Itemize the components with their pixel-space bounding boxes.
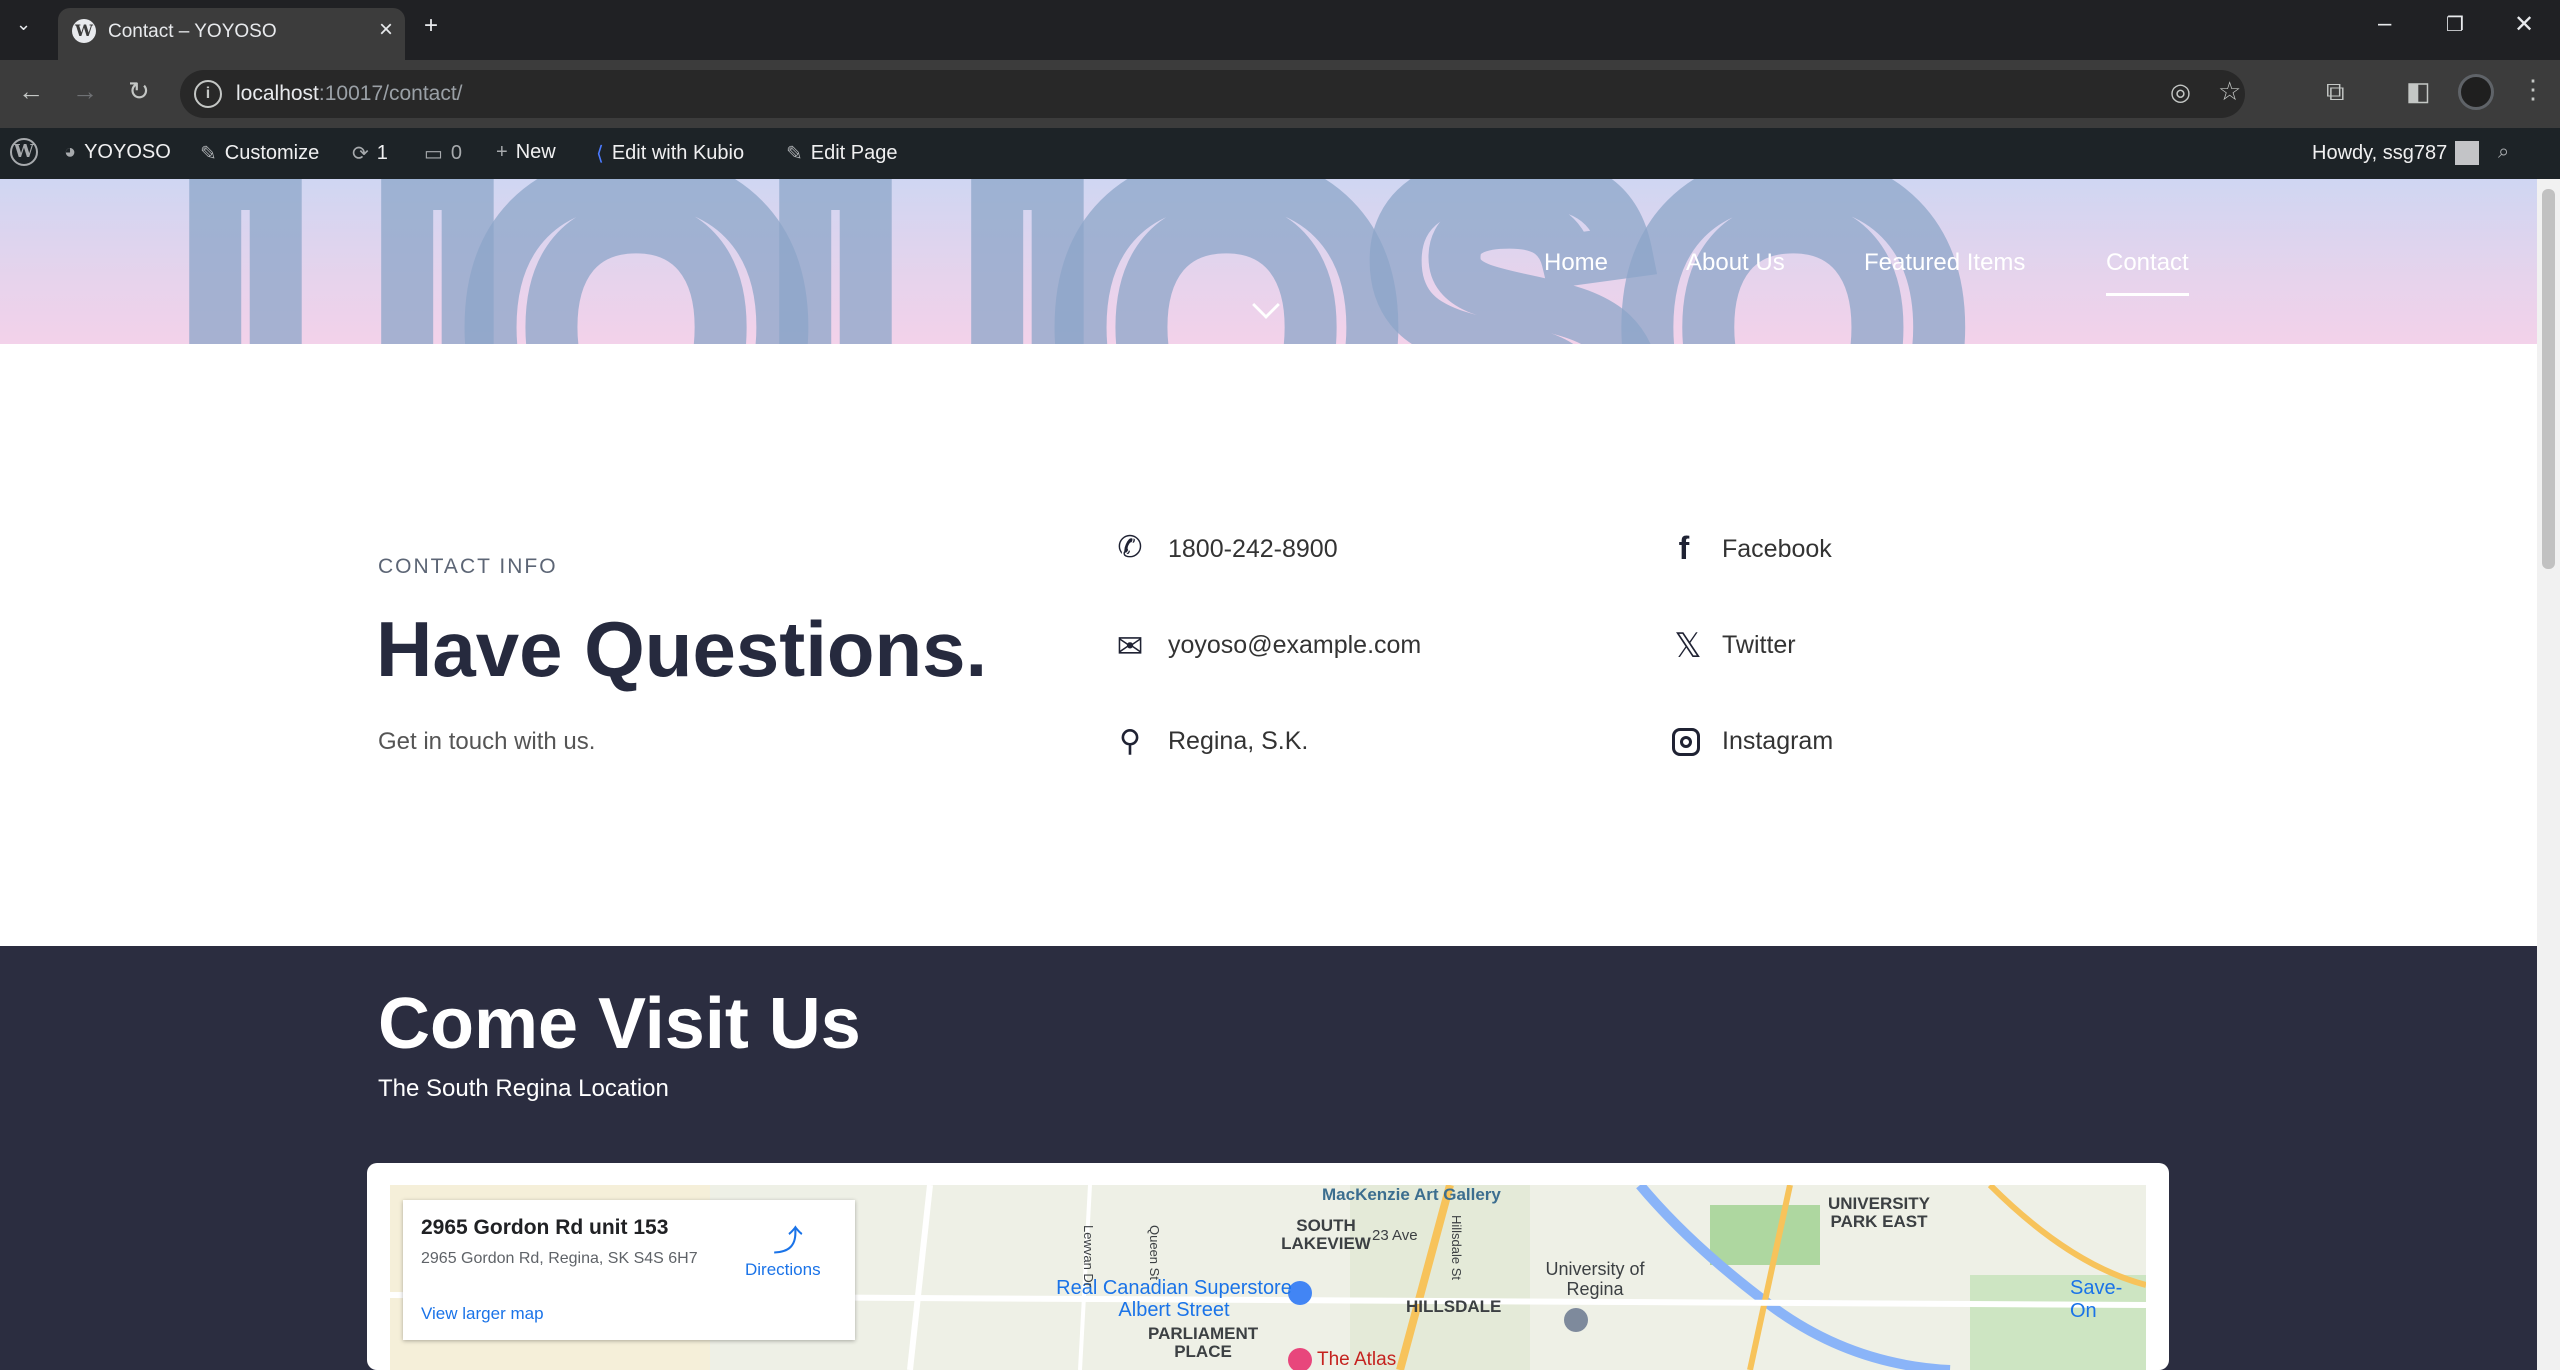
admin-howdy-label: Howdy, ssg787	[2312, 141, 2448, 164]
pencil-icon: ✎	[786, 143, 803, 165]
map-label-art-gallery[interactable]: MacKenzie Art Gallery	[1322, 1185, 1501, 1205]
facebook-icon[interactable]: f	[1666, 530, 1702, 566]
contact-phone[interactable]: 1800-242-8900	[1168, 535, 1338, 564]
page-scrollbar[interactable]	[2537, 179, 2560, 1370]
map-label-hillsdale: HILLSDALE	[1406, 1297, 1502, 1316]
admin-updates-count: 1	[376, 142, 388, 164]
x-twitter-icon[interactable]: 𝕏	[1670, 628, 1706, 664]
map-label-lewvan: Lewvan Dr	[1081, 1225, 1096, 1288]
nav-featured-items[interactable]: Featured Items	[1864, 249, 2025, 277]
address-bar[interactable]: i localhost:10017/contact/ ◎ ☆	[180, 70, 2245, 118]
map-label-queen: Queen St	[1147, 1225, 1162, 1280]
instagram-icon[interactable]	[1668, 724, 1704, 760]
view-larger-map-link[interactable]: View larger map	[421, 1304, 544, 1324]
forward-icon[interactable]: →	[72, 76, 98, 107]
map-label-the-atlas[interactable]: The Atlas	[1317, 1349, 1396, 1370]
admin-site-link[interactable]: ◕ YOYOSO	[64, 141, 171, 164]
updates-icon: ⟳	[352, 143, 369, 165]
admin-edit-page-label: Edit Page	[810, 142, 898, 164]
header-background-lettering: UOUOSO	[164, 179, 1983, 344]
admin-site-label: YOYOSO	[84, 141, 171, 163]
instagram-link[interactable]: Instagram	[1722, 727, 1833, 756]
site-info-icon[interactable]: i	[194, 80, 222, 108]
restore-icon[interactable]: ❐	[2446, 12, 2464, 37]
admin-edit-page-link[interactable]: ✎ Edit Page	[786, 141, 898, 166]
admin-comments-link[interactable]: ▭ 0	[424, 141, 462, 166]
dashboard-icon: ◕	[64, 141, 77, 163]
browser-toolbar: ← → ↻ i localhost:10017/contact/ ◎ ☆ ⧉ ◧…	[0, 60, 2560, 128]
contact-heading: Have Questions.	[376, 605, 988, 693]
visit-heading: Come Visit Us	[378, 984, 861, 1064]
admin-kubio-link[interactable]: ⟨ Edit with Kubio	[596, 141, 744, 166]
minimize-icon[interactable]: –	[2378, 10, 2391, 38]
admin-new-link[interactable]: + New	[496, 141, 556, 164]
admin-search-icon[interactable]: ⌕	[2498, 141, 2509, 164]
bookmark-star-icon[interactable]: ☆	[2218, 76, 2241, 107]
brush-icon: ✎	[200, 143, 217, 165]
site-header: UOUOSO Home About Us Featured Items Cont…	[0, 179, 2537, 344]
map-label-parliament-place: PARLIAMENT PLACE	[1148, 1324, 1259, 1361]
admin-account-link[interactable]: Howdy, ssg787	[2312, 141, 2480, 165]
admin-customize-label: Customize	[224, 142, 320, 164]
place-title: 2965 Gordon Rd unit 153	[421, 1216, 669, 1239]
user-avatar	[2455, 141, 2480, 165]
eye-off-icon[interactable]: ◎	[2170, 78, 2191, 107]
profile-avatar[interactable]	[2458, 74, 2494, 110]
contact-location: Regina, S.K.	[1168, 727, 1309, 755]
side-panel-icon[interactable]: ◧	[2406, 76, 2431, 107]
reload-icon[interactable]: ↻	[128, 76, 150, 107]
admin-kubio-label: Edit with Kubio	[611, 142, 745, 164]
tab-search-icon[interactable]: ⌄	[16, 14, 31, 35]
menu-kebab-icon[interactable]: ⋮	[2520, 74, 2546, 105]
url-host: localhost	[236, 82, 319, 105]
facebook-link[interactable]: Facebook	[1722, 535, 1832, 564]
twitter-link[interactable]: Twitter	[1722, 631, 1796, 660]
admin-new-label: New	[515, 141, 556, 163]
map-label-university-park-east: UNIVERSITY PARK EAST	[1827, 1194, 1931, 1231]
map-label-save-on[interactable]: Save-On	[2070, 1277, 2146, 1323]
map-pin-icon: ⚲	[1119, 725, 1141, 758]
browser-tab[interactable]: W Contact – YOYOSO ×	[58, 8, 405, 60]
nav-contact[interactable]: Contact	[2106, 249, 2189, 296]
close-window-icon[interactable]: ✕	[2514, 10, 2534, 39]
url-path: :10017/contact/	[318, 82, 463, 105]
contact-email[interactable]: yoyoso@example.com	[1168, 631, 1421, 660]
map-label-hillsdale-st: Hillsdale St	[1449, 1215, 1464, 1281]
directions-icon[interactable]: ⤴	[773, 1216, 803, 1258]
close-tab-icon[interactable]: ×	[379, 16, 393, 44]
wordpress-favicon-icon: W	[72, 19, 96, 43]
contact-eyebrow: CONTACT INFO	[378, 555, 558, 578]
plus-icon: +	[496, 141, 508, 163]
contact-subtext: Get in touch with us.	[378, 728, 596, 755]
place-address: 2965 Gordon Rd, Regina, SK S4S 6H7	[421, 1250, 698, 1267]
map-place-card: 2965 Gordon Rd unit 153 2965 Gordon Rd, …	[403, 1200, 855, 1340]
wordpress-logo-icon[interactable]: W	[10, 138, 38, 166]
map-label-south-lakeview: SOUTH LAKEVIEW	[1281, 1216, 1371, 1253]
visit-subtext: The South Regina Location	[378, 1075, 669, 1102]
new-tab-icon[interactable]: +	[424, 12, 438, 40]
tab-title: Contact – YOYOSO	[108, 21, 277, 42]
admin-updates-link[interactable]: ⟳ 1	[352, 141, 388, 166]
extensions-icon[interactable]: ⧉	[2326, 76, 2345, 108]
phone-icon: ✆	[1117, 531, 1143, 564]
directions-link[interactable]: Directions	[745, 1260, 821, 1280]
scrollbar-thumb[interactable]	[2542, 189, 2555, 569]
comment-icon: ▭	[424, 143, 443, 165]
back-icon[interactable]: ←	[18, 76, 44, 107]
url-text: localhost:10017/contact/	[236, 82, 463, 106]
nav-home[interactable]: Home	[1544, 249, 1608, 277]
browser-tab-strip: ⌄ W Contact – YOYOSO × + – ❐ ✕	[0, 0, 2560, 60]
wp-admin-bar: W ◕ YOYOSO ✎ Customize ⟳ 1 ▭ 0 + New ⟨ Edit wi…	[0, 128, 2560, 179]
map-label-23-ave: 23 Ave	[1372, 1227, 1418, 1244]
kubio-icon: ⟨	[596, 143, 604, 165]
envelope-icon: ✉	[1116, 628, 1144, 664]
admin-customize-link[interactable]: ✎ Customize	[200, 141, 319, 166]
map-label-university[interactable]: University of Regina	[1530, 1259, 1660, 1299]
admin-comments-count: 0	[450, 142, 463, 164]
nav-about-us[interactable]: About Us	[1686, 249, 1785, 277]
